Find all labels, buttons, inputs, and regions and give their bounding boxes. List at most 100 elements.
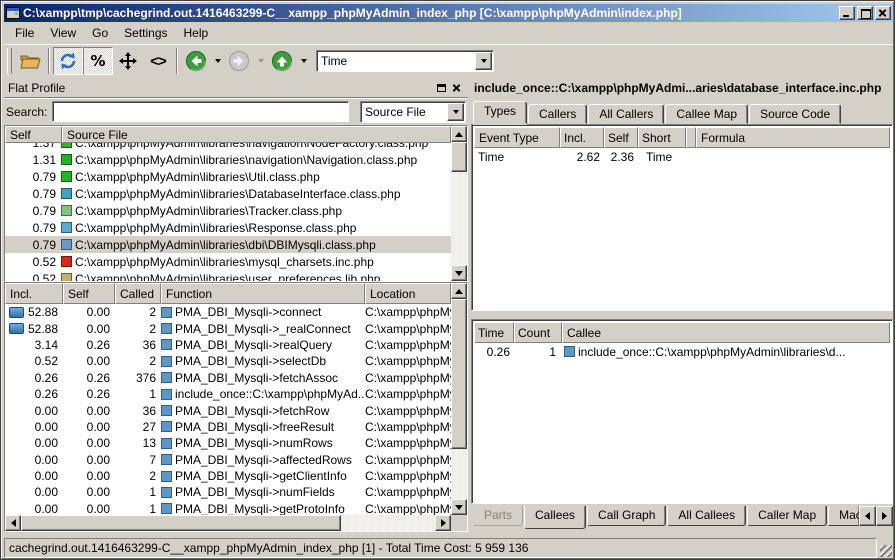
menu-settings[interactable]: Settings	[117, 24, 174, 42]
tab-callees[interactable]: Callees	[524, 506, 586, 529]
scroll-up-button[interactable]	[451, 283, 467, 299]
source-file-row[interactable]: 0.52 C:\xampp\phpMyAdmin\libraries\user_…	[5, 270, 451, 281]
source-file-row[interactable]: 0.79 C:\xampp\phpMyAdmin\libraries\Track…	[5, 202, 451, 219]
column-header-self[interactable]: Self	[5, 126, 62, 143]
scroll-up-button[interactable]	[451, 126, 467, 142]
column-header-incl[interactable]: Incl.	[5, 283, 63, 304]
tab-source-code[interactable]: Source Code	[749, 104, 841, 124]
column-header-called[interactable]: Called	[115, 283, 161, 304]
vertical-scrollbar[interactable]	[451, 126, 467, 281]
tab-types[interactable]: Types	[473, 101, 527, 124]
title-bar[interactable]: C:\xampp\tmp\cachegrind.out.1416463299-C…	[4, 4, 893, 22]
up-button[interactable]	[267, 47, 297, 75]
column-header-event-type[interactable]: Event Type	[474, 127, 560, 148]
menu-file[interactable]: File	[8, 24, 41, 42]
column-header-incl[interactable]: Incl.	[560, 127, 604, 148]
self-cost: 0.00	[63, 502, 115, 515]
dock-layout-button[interactable]	[113, 47, 143, 75]
tab-call-graph[interactable]: Call Graph	[587, 506, 666, 526]
tab-callers[interactable]: Callers	[528, 104, 587, 124]
tab-parts[interactable]: Parts	[473, 506, 523, 526]
maximize-button[interactable]	[857, 6, 873, 20]
cycle-detection-button[interactable]: <>	[143, 47, 173, 75]
toolbar-handle[interactable]	[7, 48, 12, 74]
menu-help[interactable]: Help	[177, 24, 216, 42]
dock-float-button[interactable]	[434, 81, 449, 95]
tab-scroll-right-button[interactable]	[876, 506, 893, 526]
dock-title-bar[interactable]: Flat Profile	[4, 79, 468, 98]
forward-dropdown-button[interactable]	[254, 47, 267, 75]
function-name: PMA_DBI_Mysqli->selectDb	[175, 354, 326, 368]
function-row[interactable]: 0.00 0.00 36 PMA_DBI_Mysqli->fetchRow C:…	[5, 402, 451, 418]
callee-row[interactable]: 0.26 1 include_once::C:\xampp\phpMyAdmin…	[474, 343, 890, 360]
column-header-count[interactable]: Count	[514, 322, 562, 343]
tab-all-callers[interactable]: All Callers	[588, 104, 664, 124]
column-header-source-file[interactable]: Source File	[62, 126, 451, 143]
source-file-row[interactable]: 1.37 C:\xampp\phpMyAdmin\libraries\navig…	[5, 143, 451, 151]
source-file-path: C:\xampp\phpMyAdmin\libraries\user_prefe…	[75, 272, 380, 282]
column-header-self[interactable]: Self	[604, 127, 638, 148]
event-type-select[interactable]: Time	[316, 50, 494, 72]
reload-button[interactable]	[53, 47, 83, 75]
back-dropdown-button[interactable]	[211, 47, 224, 75]
relative-percent-button[interactable]: %	[83, 47, 113, 75]
source-file-row[interactable]: 1.31 C:\xampp\phpMyAdmin\libraries\navig…	[5, 151, 451, 168]
function-row[interactable]: 0.00 0.00 1 PMA_DBI_Mysqli->getProtoInfo…	[5, 501, 451, 515]
back-button[interactable]	[181, 47, 211, 75]
function-row[interactable]: 0.26 0.26 376 PMA_DBI_Mysqli->fetchAssoc…	[5, 370, 451, 386]
function-row[interactable]: 0.00 0.00 1 PMA_DBI_Mysqli->numFields C:…	[5, 484, 451, 500]
function-row[interactable]: 0.26 0.26 1 include_once::C:\xampp\phpMy…	[5, 386, 451, 402]
chevron-down-icon[interactable]	[475, 52, 492, 70]
function-row[interactable]: 0.00 0.00 2 PMA_DBI_Mysqli->getClientInf…	[5, 468, 451, 484]
function-row[interactable]: 0.00 0.00 13 PMA_DBI_Mysqli->numRows C:\…	[5, 435, 451, 451]
scrollbar-thumb[interactable]	[451, 299, 467, 449]
dock-close-button[interactable]	[449, 81, 464, 95]
horizontal-scrollbar[interactable]	[5, 515, 451, 531]
column-header-function[interactable]: Function	[161, 283, 365, 304]
column-header-short[interactable]: Short	[638, 127, 686, 148]
source-file-row[interactable]: 0.52 C:\xampp\phpMyAdmin\libraries\mysql…	[5, 253, 451, 270]
tab-machine[interactable]: Machine	[828, 506, 859, 526]
tab-all-callees[interactable]: All Callees	[667, 506, 746, 526]
function-row[interactable]: 52.88 0.00 2 PMA_DBI_Mysqli->connect C:\…	[5, 304, 451, 320]
source-file-row[interactable]: 0.79 C:\xampp\phpMyAdmin\libraries\Datab…	[5, 185, 451, 202]
function-name: PMA_DBI_Mysqli->fetchAssoc	[175, 371, 338, 385]
open-file-button[interactable]	[15, 47, 45, 75]
vertical-scrollbar[interactable]	[451, 283, 467, 515]
column-header-self[interactable]: Self	[63, 283, 115, 304]
chevron-down-icon[interactable]	[447, 103, 464, 121]
menu-go[interactable]: Go	[85, 24, 115, 42]
column-header-location[interactable]: Location	[365, 283, 451, 304]
scroll-down-button[interactable]	[451, 265, 467, 281]
function-row[interactable]: 0.52 0.00 2 PMA_DBI_Mysqli->selectDb C:\…	[5, 353, 451, 369]
source-file-path: C:\xampp\phpMyAdmin\libraries\dbi\DBIMys…	[75, 238, 376, 252]
scroll-left-button[interactable]	[5, 515, 21, 531]
column-header-formula[interactable]: Formula	[696, 127, 890, 148]
event-type-row[interactable]: Time 2.62 2.36 Time	[474, 148, 890, 165]
source-file-row[interactable]: 0.79 C:\xampp\phpMyAdmin\libraries\Util.…	[5, 168, 451, 185]
source-file-row[interactable]: 0.79 C:\xampp\phpMyAdmin\libraries\Respo…	[5, 219, 451, 236]
minimize-button[interactable]	[839, 6, 855, 20]
function-row[interactable]: 0.00 0.00 27 PMA_DBI_Mysqli->freeResult …	[5, 419, 451, 435]
forward-button[interactable]	[224, 47, 254, 75]
column-header-callee[interactable]: Callee	[562, 322, 890, 343]
function-icon	[161, 307, 172, 318]
scrollbar-thumb[interactable]	[21, 515, 341, 531]
tab-scroll-left-button[interactable]	[859, 506, 876, 526]
tab-caller-map[interactable]: Caller Map	[747, 506, 827, 526]
source-file-row-selected[interactable]: 0.79 C:\xampp\phpMyAdmin\libraries\dbi\D…	[5, 236, 451, 253]
tab-callee-map[interactable]: Callee Map	[665, 104, 748, 124]
scroll-down-button[interactable]	[451, 499, 467, 515]
close-button[interactable]	[875, 6, 891, 20]
function-row[interactable]: 3.14 0.26 36 PMA_DBI_Mysqli->realQuery C…	[5, 337, 451, 353]
function-row[interactable]: 52.88 0.00 2 PMA_DBI_Mysqli->_realConnec…	[5, 320, 451, 336]
column-header-time[interactable]: Time	[474, 322, 514, 343]
scroll-right-button[interactable]	[435, 515, 451, 531]
group-by-select[interactable]: Source File	[360, 101, 466, 123]
up-dropdown-button[interactable]	[297, 47, 310, 75]
function-row[interactable]: 0.00 0.00 7 PMA_DBI_Mysqli->affectedRows…	[5, 452, 451, 468]
resize-grip[interactable]	[877, 538, 893, 558]
search-input[interactable]	[52, 101, 349, 122]
menu-view[interactable]: View	[43, 24, 83, 42]
scrollbar-thumb[interactable]	[451, 142, 467, 172]
